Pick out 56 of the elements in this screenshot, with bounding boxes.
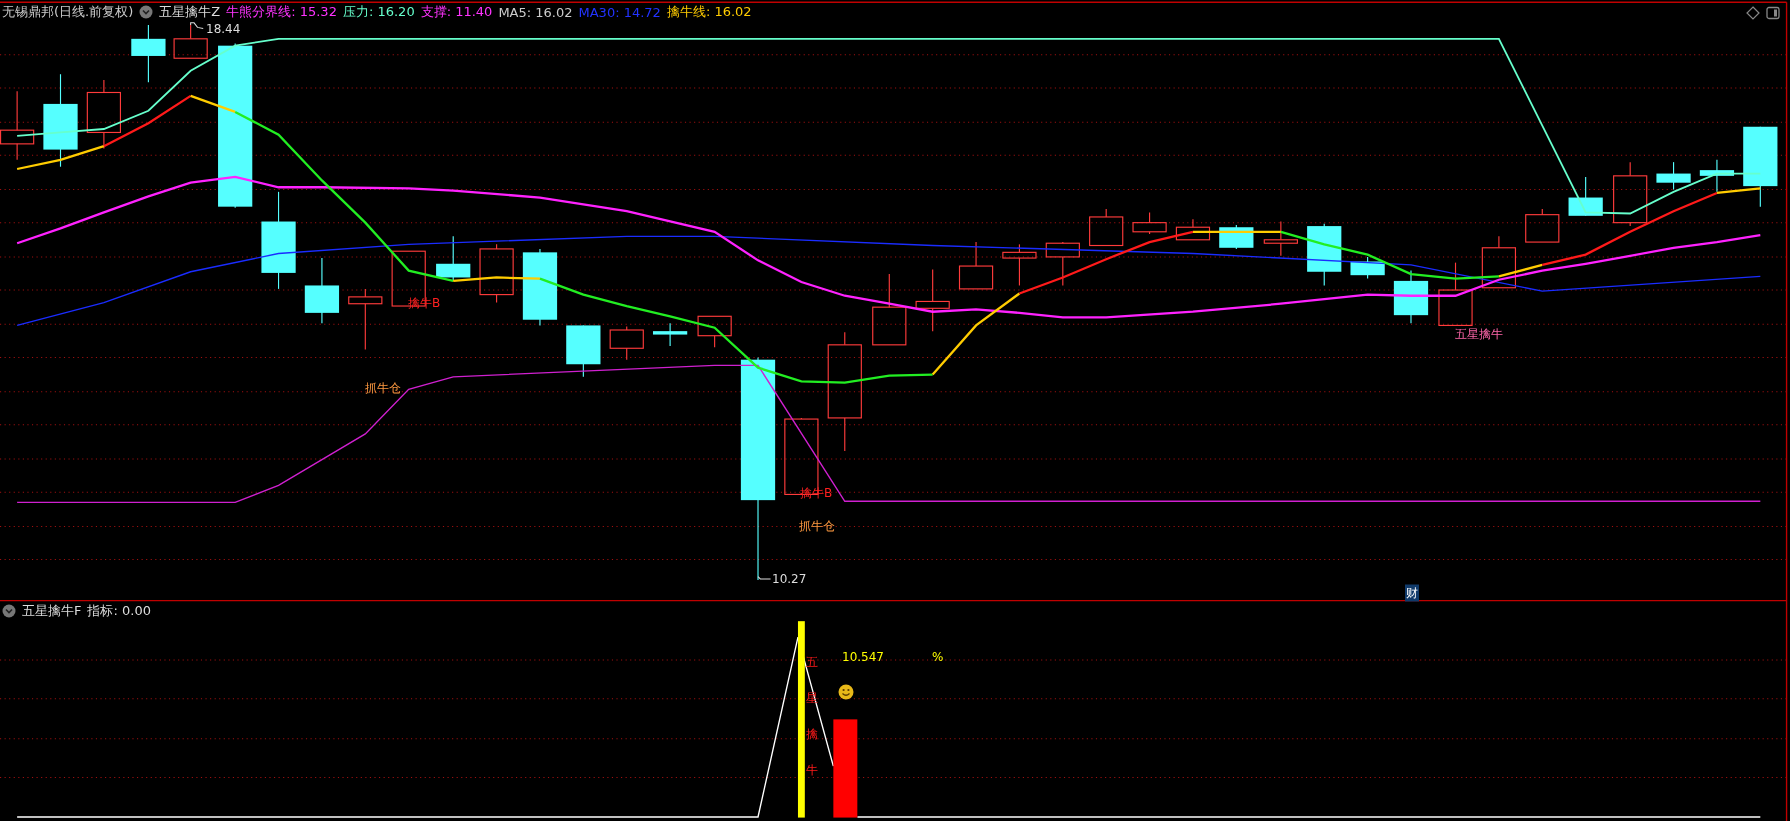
chevron-icon[interactable] [2, 604, 16, 618]
indicator-value: 牛熊分界线: 15.32 [226, 3, 337, 21]
candlestick [566, 324, 601, 378]
candlestick [958, 241, 994, 290]
candlestick [1699, 159, 1735, 193]
indicator-value: 压力: 16.20 [342, 3, 415, 21]
candlestick [1438, 262, 1473, 326]
indicator-name[interactable]: 五星擒牛F [22, 602, 82, 620]
candlestick [1307, 223, 1342, 287]
candlestick [1175, 218, 1211, 241]
candlestick [0, 90, 35, 161]
candlestick [1219, 224, 1254, 250]
candlestick [1525, 208, 1560, 243]
candlestick [86, 79, 121, 149]
indicator-reading: 指标: 0.00 [87, 602, 151, 620]
candlestick [479, 243, 514, 304]
stock-title: 无锡鼎邦(日线.前复权) [2, 3, 134, 21]
candlestick [1089, 208, 1124, 247]
candlestick [348, 288, 383, 350]
leader-line [190, 22, 204, 30]
indicator-name[interactable]: 五星擒牛Z [159, 3, 221, 21]
candlestick [653, 322, 688, 347]
candlestick [1481, 235, 1516, 289]
candlestick [609, 326, 644, 361]
candlestick [1132, 211, 1167, 235]
candlestick [1393, 270, 1429, 324]
price-label: 10.27 [772, 572, 807, 586]
price-label: 18.44 [206, 22, 241, 36]
candlestick [304, 257, 340, 324]
candlestick [131, 24, 166, 83]
chevron-icon[interactable] [139, 5, 154, 19]
panel-toggle-icon[interactable] [1766, 6, 1780, 20]
candlestick [1350, 256, 1385, 280]
candlestick [1002, 243, 1037, 287]
zone-label: 抓牛仓 [365, 379, 401, 397]
percent-value: 10.547 [842, 650, 884, 664]
leader-line [757, 576, 772, 580]
indicator-value: 支撑: 11.40 [420, 3, 493, 21]
diamond-icon[interactable] [1746, 6, 1760, 20]
candlestick [1263, 220, 1298, 257]
candlestick [173, 24, 208, 59]
zone-label: 抓牛仓 [799, 517, 835, 535]
candlestick [1613, 161, 1648, 227]
candlestick [1045, 241, 1080, 287]
signal-label: 五星擒牛 [1455, 325, 1503, 343]
candlestick [697, 315, 732, 348]
candlestick [1656, 161, 1691, 191]
smiley-icon [838, 684, 854, 700]
indicator-value: MA30: 14.72 [578, 4, 661, 20]
indicator-value: MA5: 16.02 [498, 4, 573, 20]
candlestick [436, 235, 471, 282]
percent-unit: % [932, 650, 944, 664]
finance-badge[interactable]: 财 [1405, 584, 1419, 602]
candlestick [1568, 176, 1603, 217]
indicator-value: 擒牛线: 16.02 [666, 3, 752, 21]
candlestick [915, 268, 950, 332]
